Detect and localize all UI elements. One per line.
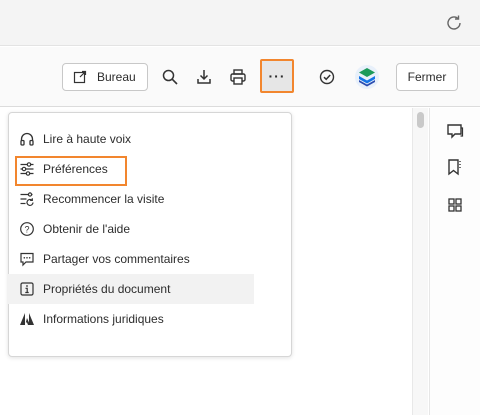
help-icon: ? xyxy=(19,221,35,237)
download-icon[interactable] xyxy=(191,64,217,90)
menu-item-get-help[interactable]: ? Obtenir de l'aide xyxy=(9,214,291,244)
info-icon xyxy=(19,281,35,297)
more-options-menu: Lire à haute voix Préférences Recommence… xyxy=(8,112,292,357)
menu-item-preferences[interactable]: Préférences xyxy=(9,154,291,186)
headphones-icon xyxy=(19,131,35,147)
search-icon[interactable] xyxy=(157,64,183,90)
checkmark-circle-icon[interactable] xyxy=(314,64,340,90)
menu-item-label: Préférences xyxy=(43,162,108,176)
scrollbar-thumb[interactable] xyxy=(417,112,424,128)
close-button[interactable]: Fermer xyxy=(396,63,458,91)
more-icon: ··· xyxy=(268,68,286,84)
menu-item-label: Informations juridiques xyxy=(43,312,164,326)
menu-item-label: Partager vos commentaires xyxy=(43,252,190,266)
menu-item-document-properties[interactable]: Propriétés du document xyxy=(8,274,254,304)
open-desktop-button[interactable]: Bureau xyxy=(62,63,148,91)
toolbar: Bureau ··· Fermer xyxy=(0,47,480,107)
vertical-scrollbar[interactable] xyxy=(412,108,428,415)
open-desktop-icon xyxy=(73,70,87,84)
right-rail xyxy=(429,108,480,415)
menu-item-label: Lire à haute voix xyxy=(43,132,132,146)
sliders-icon xyxy=(19,161,35,177)
feedback-icon xyxy=(19,251,35,267)
print-icon[interactable] xyxy=(225,64,251,90)
bookmark-icon[interactable] xyxy=(444,156,466,178)
adobe-account-icon[interactable] xyxy=(352,62,382,92)
menu-item-label: Recommencer la visite xyxy=(43,192,165,206)
grid-icon[interactable] xyxy=(444,194,466,216)
more-options-button[interactable]: ··· xyxy=(260,59,294,93)
reload-icon[interactable] xyxy=(444,13,464,33)
restart-tour-icon xyxy=(19,191,35,207)
menu-item-label: Propriétés du document xyxy=(43,282,171,296)
adobe-logo-icon xyxy=(19,311,35,327)
open-desktop-label: Bureau xyxy=(97,70,136,84)
menu-item-restart-tour[interactable]: Recommencer la visite xyxy=(9,184,291,214)
top-bar xyxy=(0,0,480,46)
menu-item-read-aloud[interactable]: Lire à haute voix xyxy=(9,124,291,154)
menu-item-label: Obtenir de l'aide xyxy=(43,222,131,236)
menu-item-share-feedback[interactable]: Partager vos commentaires xyxy=(9,244,291,274)
comment-icon[interactable] xyxy=(444,120,466,142)
menu-item-legal-notices[interactable]: Informations juridiques xyxy=(9,304,291,334)
svg-text:?: ? xyxy=(24,224,29,234)
